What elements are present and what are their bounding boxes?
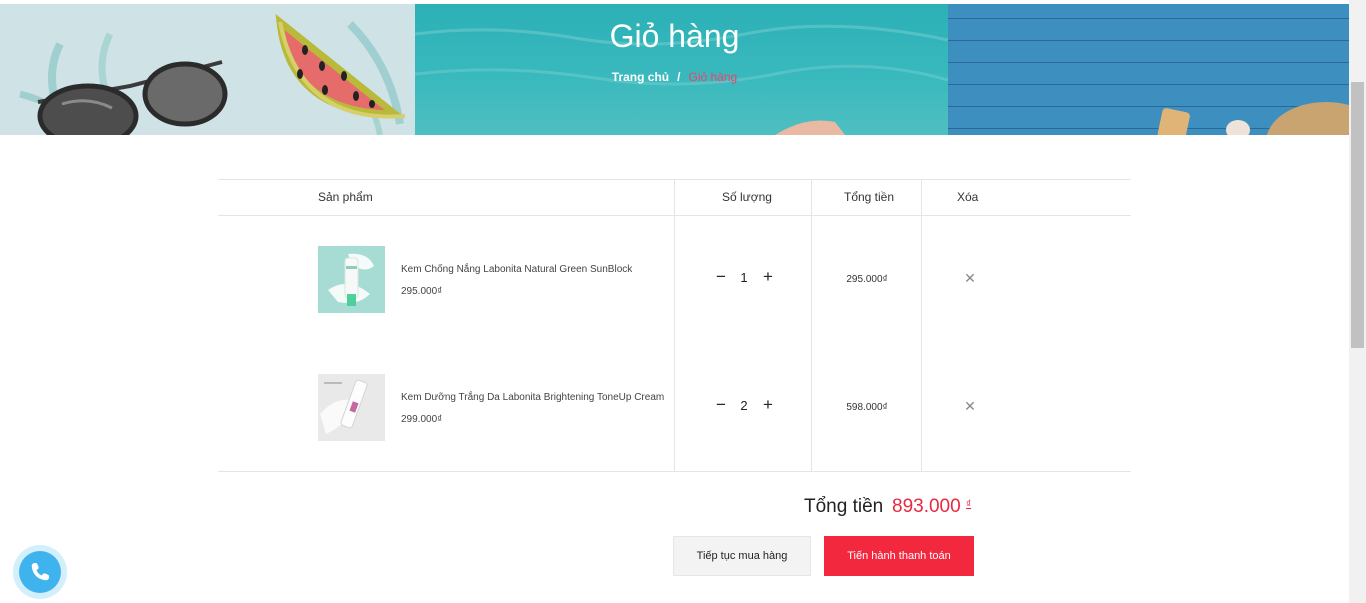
product-name[interactable]: Kem Chống Nắng Labonita Natural Green Su… xyxy=(401,264,632,275)
quantity-value[interactable]: 1 xyxy=(736,270,752,285)
row-total-price: 295.000₫ xyxy=(846,274,888,285)
decrease-quantity-button[interactable]: − xyxy=(714,396,728,416)
header-remove: Xóa xyxy=(957,190,979,204)
close-icon[interactable]: ✕ xyxy=(963,271,977,285)
cart-table: Sản phẩm Số lượng Tổng tiền Xóa Kem Chốn… xyxy=(218,179,1131,472)
product-unit-price: 295.000₫ xyxy=(401,286,443,297)
page-banner: Giỏ hàng Trang chủ / Giỏ hàng xyxy=(0,4,1349,135)
product-image-sunblock[interactable] xyxy=(318,246,385,313)
decrease-quantity-button[interactable]: − xyxy=(714,268,728,288)
quantity-stepper: − 2 + xyxy=(714,396,778,416)
continue-shopping-button[interactable]: Tiếp tục mua hàng xyxy=(673,536,811,576)
breadcrumb-separator: / xyxy=(677,70,681,84)
cart-total-label: Tổng tiền xyxy=(804,496,884,517)
checkout-button[interactable]: Tiến hành thanh toán xyxy=(824,536,974,576)
quantity-stepper: − 1 + xyxy=(714,268,778,288)
table-row: Kem Dưỡng Trắng Da Labonita Brightening … xyxy=(218,374,1131,441)
close-icon[interactable]: ✕ xyxy=(963,399,977,413)
phone-call-button[interactable] xyxy=(19,551,61,593)
page-scrollbar-thumb[interactable] xyxy=(1351,82,1364,348)
cream-tube-image xyxy=(320,379,368,434)
page-title: Giỏ hàng xyxy=(609,18,740,54)
cart-total-currency: ₫ xyxy=(966,499,972,510)
table-row: Kem Chống Nắng Labonita Natural Green Su… xyxy=(218,246,1131,313)
product-image-toneup-cream[interactable] xyxy=(318,374,385,441)
header-total: Tổng tiền xyxy=(844,190,895,204)
breadcrumb-home-link[interactable]: Trang chủ xyxy=(612,70,669,84)
sunblock-tube-image xyxy=(328,253,374,306)
product-unit-price: 299.000₫ xyxy=(401,414,443,425)
increase-quantity-button[interactable]: + xyxy=(761,396,775,416)
phone-icon xyxy=(31,563,49,581)
breadcrumb: Trang chủ / Giỏ hàng xyxy=(0,70,1349,84)
cart-total-value: 893.000 xyxy=(892,496,961,517)
quantity-value[interactable]: 2 xyxy=(736,398,752,413)
row-total-price: 598.000₫ xyxy=(846,402,888,413)
increase-quantity-button[interactable]: + xyxy=(761,268,775,288)
header-product: Sản phẩm xyxy=(318,190,373,204)
product-name[interactable]: Kem Dưỡng Trắng Da Labonita Brightening … xyxy=(401,392,664,403)
header-quantity: Số lượng xyxy=(722,190,772,204)
breadcrumb-current: Giỏ hàng xyxy=(688,70,738,84)
